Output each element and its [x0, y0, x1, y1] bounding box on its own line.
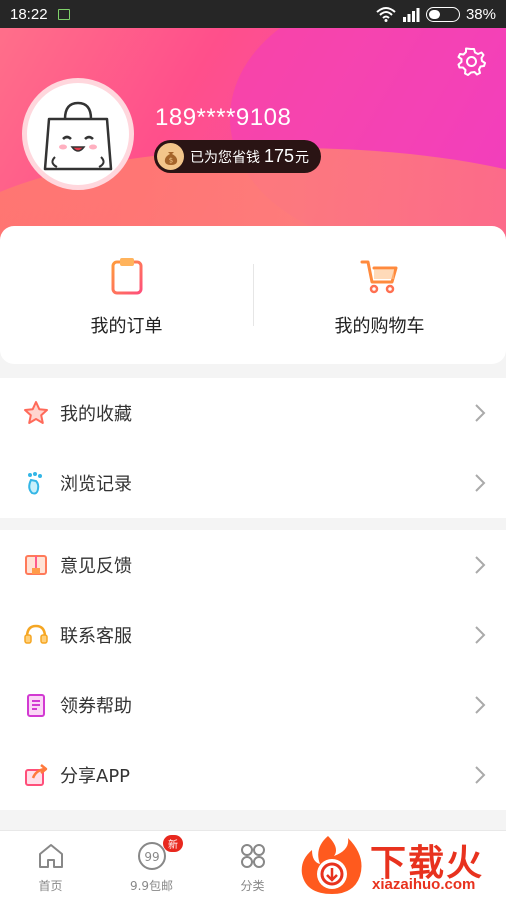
menu-group-2: 意见反馈 联系客服 领券帮助 分享APP — [0, 530, 506, 810]
menu-group-1: 我的收藏 浏览记录 — [0, 378, 506, 518]
watermark-logo: 下载火 xiazaihuo.com — [290, 832, 500, 898]
saved-unit: 元 — [295, 149, 310, 166]
tab-home[interactable]: 首页 — [0, 831, 101, 900]
tab-nine-nine[interactable]: 99 新 9.9包邮 — [101, 831, 202, 900]
history-row[interactable]: 浏览记录 — [0, 448, 506, 518]
tab-category-label: 分类 — [240, 879, 265, 893]
share-app-label: 分享APP — [60, 766, 131, 787]
feedback-label: 意见反馈 — [60, 556, 132, 577]
watermark-site: xiazaihuo.com — [372, 876, 476, 893]
chevron-right-icon — [475, 766, 486, 784]
share-icon — [22, 761, 50, 789]
feedback-row[interactable]: 意见反馈 — [0, 530, 506, 600]
share-app-row[interactable]: 分享APP — [0, 740, 506, 810]
shortcut-card: 我的订单 我的购物车 — [0, 226, 506, 364]
favorites-row[interactable]: 我的收藏 — [0, 378, 506, 448]
chevron-right-icon — [475, 556, 486, 574]
tab-nine-nine-label: 9.9包邮 — [129, 879, 174, 893]
history-label: 浏览记录 — [60, 474, 132, 495]
svg-text:99: 99 — [144, 850, 159, 864]
svg-text:$: $ — [168, 156, 172, 164]
chevron-right-icon — [475, 474, 486, 492]
coupon-help-row[interactable]: 领券帮助 — [0, 670, 506, 740]
signal-icon — [402, 7, 420, 22]
chevron-right-icon — [475, 696, 486, 714]
status-right: 38% — [376, 6, 496, 23]
footprint-icon — [22, 469, 50, 497]
tab-home-label: 首页 — [38, 879, 63, 893]
customer-service-label: 联系客服 — [60, 626, 132, 647]
flame-logo-icon — [301, 836, 362, 894]
user-phone-number: 189****9108 — [155, 104, 292, 131]
my-cart-button[interactable]: 我的购物车 — [253, 226, 506, 364]
customer-service-row[interactable]: 联系客服 — [0, 600, 506, 670]
coupon-doc-icon — [22, 691, 50, 719]
settings-gear-icon[interactable] — [456, 46, 486, 76]
status-time: 18:22 — [10, 5, 48, 23]
card-divider — [253, 264, 254, 326]
headset-icon — [22, 621, 50, 649]
battery-percent: 38% — [465, 5, 496, 23]
nine-nine-icon: 99 — [137, 842, 166, 870]
notification-icon — [57, 8, 70, 20]
home-icon — [38, 844, 63, 868]
coupon-help-label: 领券帮助 — [60, 696, 132, 717]
my-orders-button[interactable]: 我的订单 — [0, 226, 253, 364]
avatar[interactable] — [22, 78, 134, 190]
shopping-bag-mascot-icon — [43, 101, 113, 171]
money-saved-badge: $ 已为您省钱 175 元 — [154, 140, 322, 173]
shopping-cart-icon — [360, 260, 397, 294]
feedback-book-icon — [22, 551, 50, 579]
new-badge: 新 — [163, 835, 183, 852]
wifi-icon — [376, 7, 396, 22]
chevron-right-icon — [475, 404, 486, 422]
my-cart-label: 我的购物车 — [334, 316, 425, 337]
favorites-label: 我的收藏 — [60, 404, 132, 425]
status-bar: 18:22 38% — [0, 0, 506, 28]
money-bag-icon: $ — [157, 143, 184, 170]
star-icon — [22, 399, 50, 427]
profile-header: 189****9108 $ 已为您省钱 175 元 — [0, 28, 506, 258]
battery-icon — [425, 6, 460, 22]
saved-amount: 175 — [264, 146, 295, 166]
category-icon — [240, 844, 265, 868]
saved-label: 已为您省钱 — [190, 149, 260, 166]
chevron-right-icon — [475, 626, 486, 644]
my-orders-label: 我的订单 — [90, 316, 163, 337]
tab-category[interactable]: 分类 — [202, 831, 303, 900]
order-clipboard-icon — [111, 258, 142, 295]
